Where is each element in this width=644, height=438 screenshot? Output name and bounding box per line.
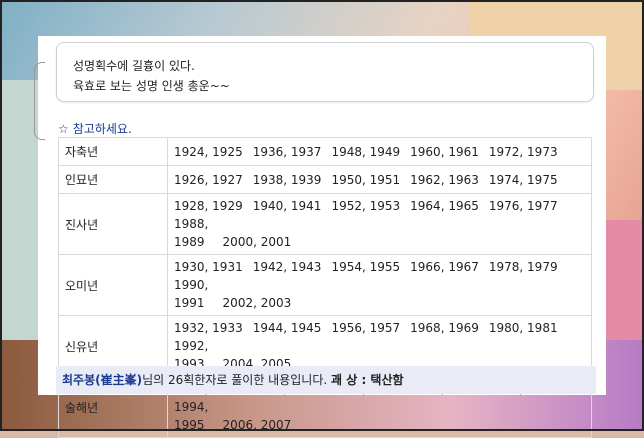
notice-box: 성명획수에 길흉이 있다. 육효로 보는 성명 인생 총운~~	[56, 42, 594, 102]
row-label: 오미년	[58, 254, 168, 316]
year-pair: 1962, 1963	[410, 172, 479, 187]
year-pair: 1926, 1927	[174, 172, 243, 187]
year-pair: 1978, 1979	[488, 260, 558, 274]
year-pair: 1960, 1961	[410, 144, 479, 159]
year-pair: 1990,	[174, 278, 209, 292]
year-pair: 1940, 1941	[252, 199, 322, 213]
year-pair: 1995	[174, 418, 205, 432]
row-label: 인묘년	[58, 165, 168, 194]
reference-heading: ☆ 참고하세요.	[58, 120, 132, 137]
row-years: 1924, 1925 1936, 1937 1948, 1949 1960, 1961…	[167, 137, 592, 166]
row-years: 1928, 1929 1940, 1941 1952, 1953 1964, 1965…	[167, 193, 592, 255]
year-pair: 1944, 1945	[252, 321, 322, 335]
year-pair: 1954, 1955	[331, 260, 401, 274]
footer-text: 님의 26획한자로 풀이한 내용입니다.	[142, 373, 328, 387]
year-pair: 1994,	[174, 400, 209, 414]
row-years: 1930, 1931 1942, 1943 1954, 1955 1966, 1967…	[167, 254, 592, 316]
year-pair: 1966, 1967	[410, 260, 479, 274]
year-pair: 1924, 1925	[174, 144, 243, 159]
year-pair: 2006, 2007	[222, 418, 292, 432]
year-pair: 1991	[174, 296, 205, 310]
star-outline-icon: ☆	[58, 122, 69, 136]
year-pair: 1972, 1973	[488, 144, 558, 159]
year-pair: 2000, 2001	[222, 235, 292, 249]
footer-bar: 최주봉(崔主峯)님의 26획한자로 풀이한 내용입니다. 괘 상 : 택산함	[56, 366, 596, 394]
row-years: 1926, 1927 1938, 1939 1950, 1951 1962, 1963…	[167, 165, 592, 194]
year-pair: 1930, 1931	[174, 260, 243, 274]
hexagram-label: 괘 상 : 택산함	[331, 373, 404, 387]
year-pair: 1974, 1975	[488, 172, 558, 187]
year-pair: 1928, 1929	[174, 199, 243, 213]
year-pair: 1988,	[174, 217, 209, 231]
year-pair: 2002, 2003	[222, 296, 292, 310]
table-row: 인묘년 1926, 1927 1938, 1939 1950, 1951 1962, 1…	[58, 165, 592, 194]
year-pair: 1932, 1933	[174, 321, 243, 335]
table-row: 진사년 1928, 1929 1940, 1941 1952, 1953 1964, 1…	[58, 193, 592, 255]
year-pair: 1952, 1953	[331, 199, 401, 213]
table-row: 오미년 1930, 1931 1942, 1943 1954, 1955 1966, 1…	[58, 254, 592, 316]
year-pair: 1942, 1943	[252, 260, 322, 274]
year-pair: 1956, 1957	[331, 321, 401, 335]
year-pair: 1950, 1951	[331, 172, 401, 187]
year-pair: 1976, 1977	[488, 199, 558, 213]
author-name: 최주봉(崔主峯)	[62, 373, 143, 387]
reference-label: 참고하세요.	[72, 122, 132, 136]
row-label: 자축년	[58, 137, 168, 166]
year-pair: 1938, 1939	[252, 172, 322, 187]
content-panel: 성명획수에 길흉이 있다. 육효로 보는 성명 인생 총운~~ ☆ 참고하세요. …	[34, 36, 606, 438]
notice-line-2: 육효로 보는 성명 인생 총운~~	[73, 79, 230, 93]
year-pair: 1948, 1949	[331, 144, 401, 159]
year-pair: 1936, 1937	[252, 144, 322, 159]
year-pair: 1968, 1969	[410, 321, 479, 335]
bracket-decoration	[34, 62, 45, 140]
table-row: 자축년 1924, 1925 1936, 1937 1948, 1949 1960, 1…	[58, 137, 592, 166]
notice-line-1: 성명획수에 길흉이 있다.	[73, 59, 195, 73]
row-label: 진사년	[58, 193, 168, 255]
year-pair: 1989	[174, 235, 205, 249]
year-pair: 1964, 1965	[410, 199, 479, 213]
year-pair: 1992,	[174, 339, 209, 353]
year-pair: 1980, 1981	[488, 321, 558, 335]
